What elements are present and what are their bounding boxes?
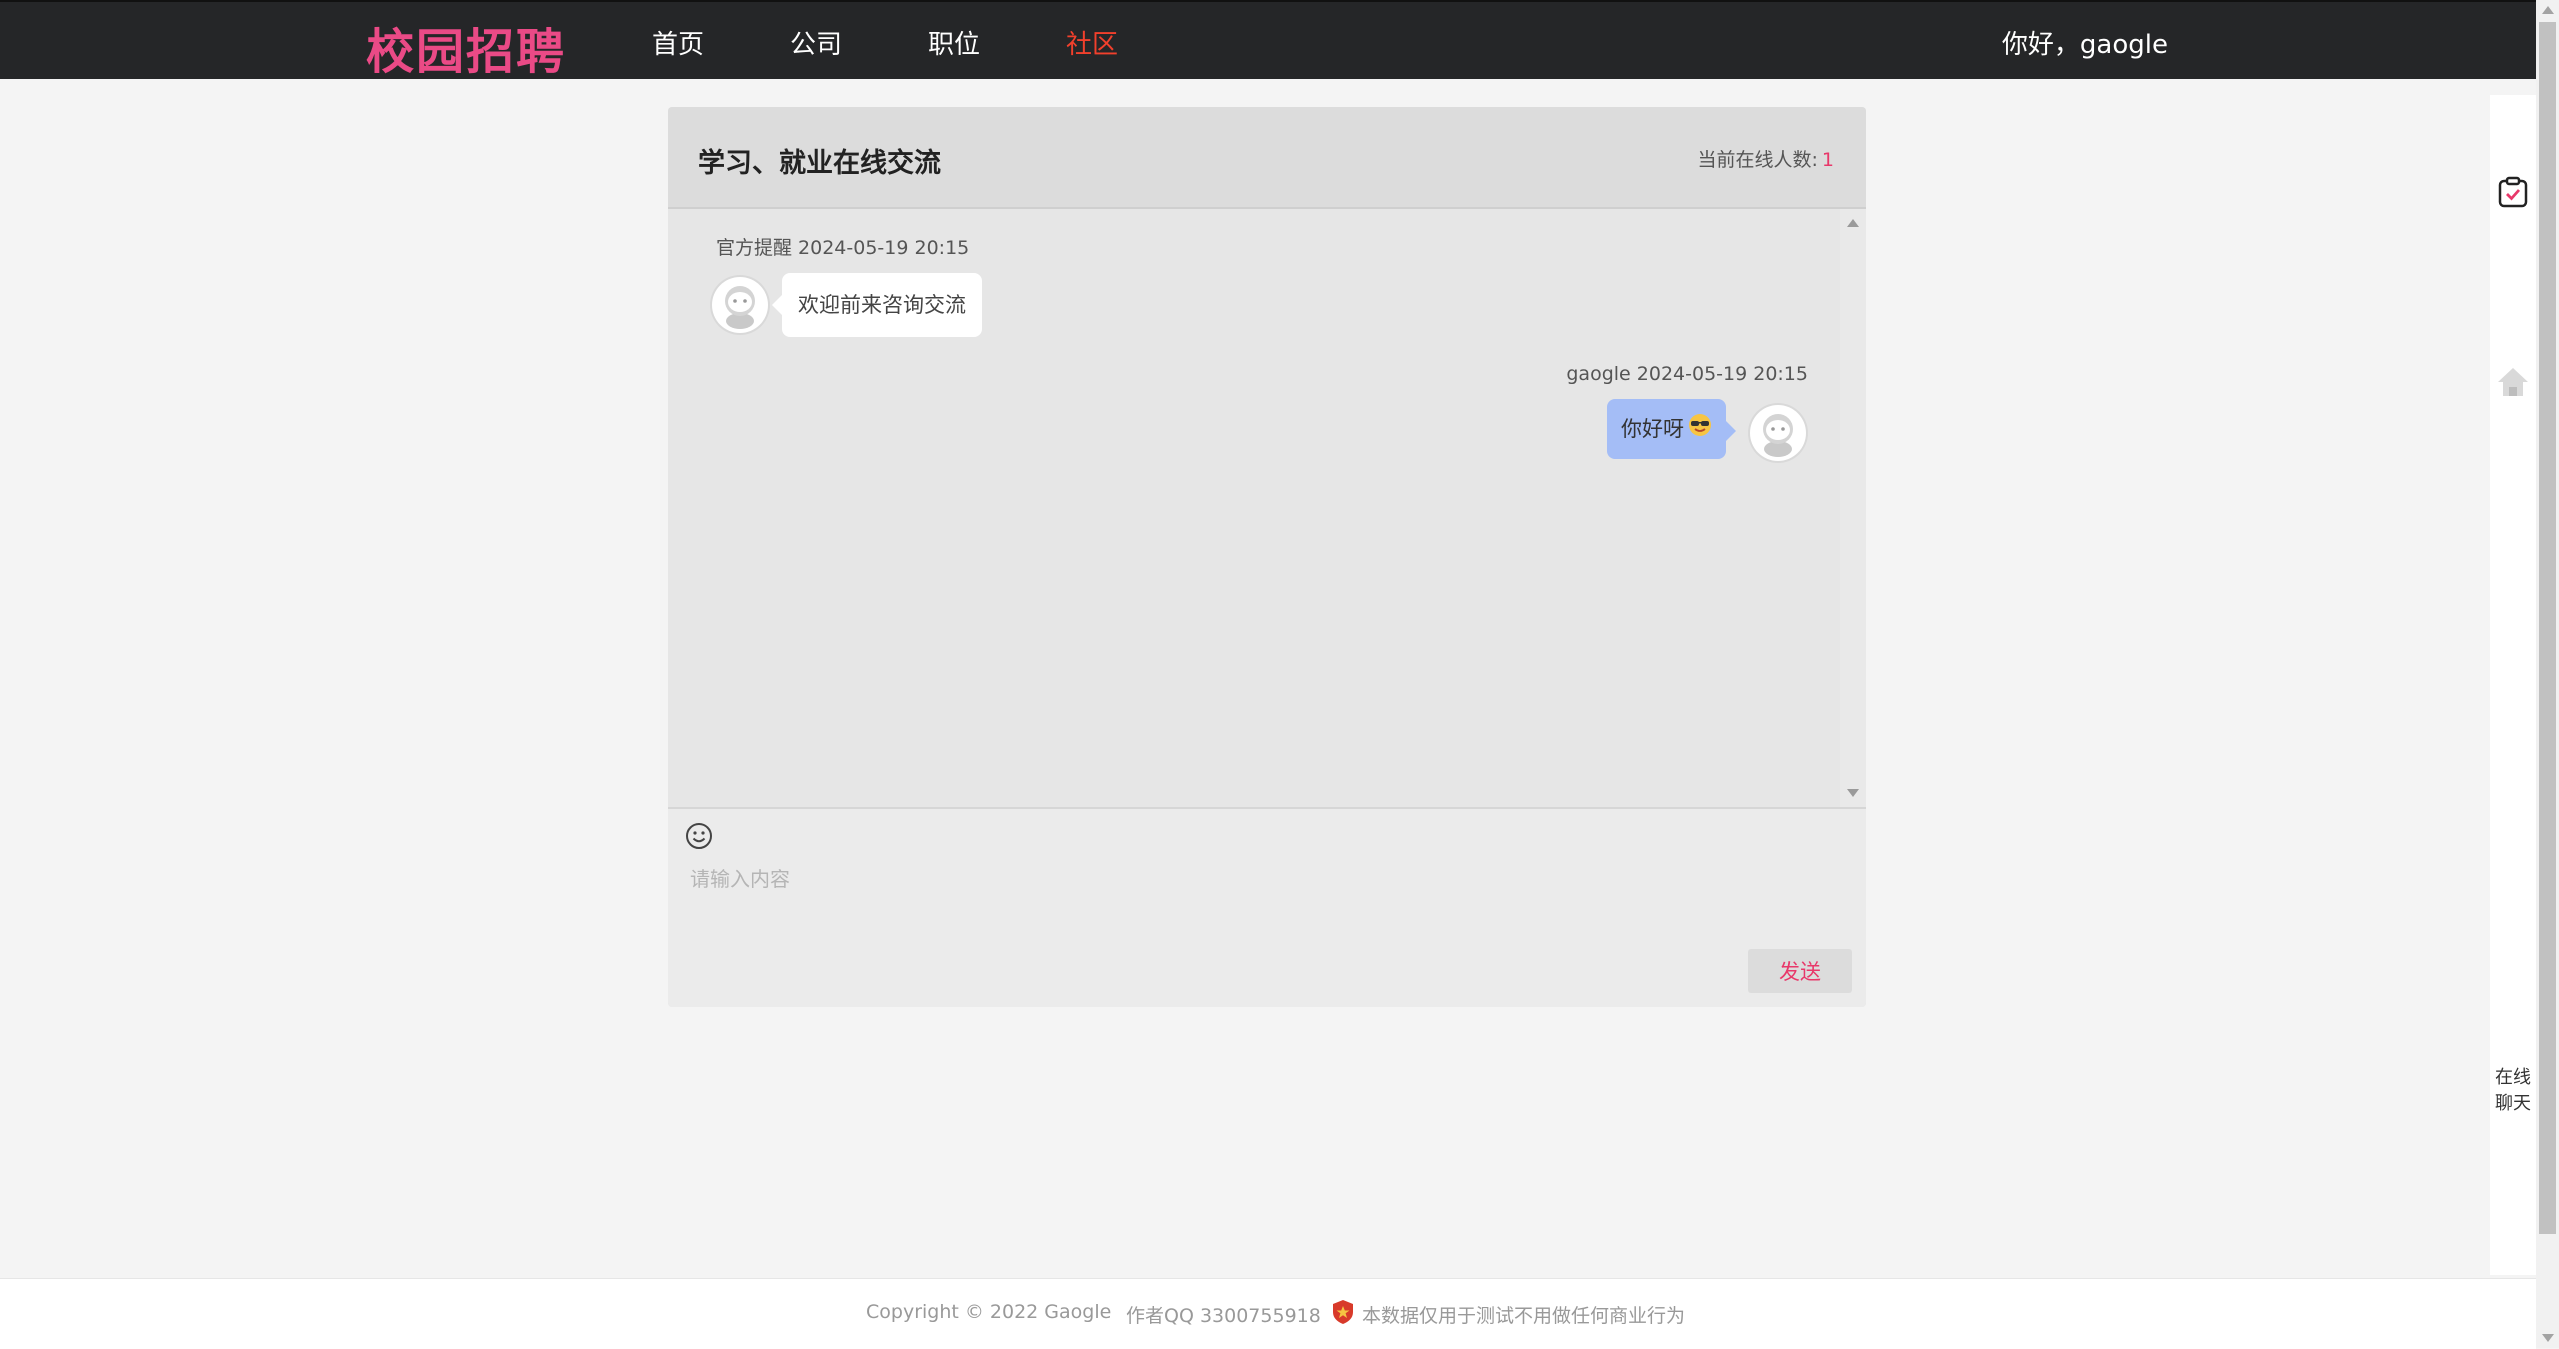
online-chat-label-line1: 在线 <box>2495 1067 2531 1088</box>
message-meta: 官方提醒 2024-05-19 20:15 <box>716 237 970 259</box>
sunglasses-emoji-icon <box>1688 400 1712 460</box>
clipboard-check-icon[interactable] <box>2496 175 2530 209</box>
police-badge-icon <box>1332 1299 1354 1325</box>
chat-panel: 学习、就业在线交流 当前在线人数: 1 官方提醒 2024-05-19 20:15… <box>668 107 1866 1007</box>
nav-item-community[interactable]: 社区 <box>1066 24 1118 61</box>
message-meta: gaogle 2024-05-19 20:15 <box>1566 363 1808 385</box>
page-scrollbar[interactable] <box>2536 0 2559 1348</box>
home-icon[interactable] <box>2496 365 2530 399</box>
footer-notice: 本数据仅用于测试不用做任何商业行为 <box>1362 1305 1686 1327</box>
online-count: 当前在线人数: 1 <box>1698 145 1835 172</box>
send-button[interactable]: 发送 <box>1748 949 1852 993</box>
message-text: 你好呀 <box>1621 417 1684 441</box>
online-chat-label-line2: 聊天 <box>2495 1093 2531 1114</box>
top-navbar: 校园招聘 首页 公司 职位 社区 你好，gaogle <box>0 0 2536 82</box>
chat-header: 学习、就业在线交流 当前在线人数: 1 <box>668 107 1866 209</box>
scroll-down-arrow-icon[interactable] <box>2542 1334 2554 1342</box>
scrollbar-thumb[interactable] <box>2539 22 2556 1234</box>
message-bubble-own: 你好呀 <box>1607 399 1736 460</box>
message-list[interactable]: 官方提醒 2024-05-19 20:15 欢迎前来咨询交流 gaogle 20… <box>668 209 1866 807</box>
message-bubble: 欢迎前来咨询交流 <box>772 273 982 337</box>
online-count-value: 1 <box>1821 149 1834 171</box>
side-toolbar: 在线 聊天 <box>2490 95 2536 1275</box>
message-list-scrollbar[interactable] <box>1840 209 1866 807</box>
footer-copyright: Copyright © 2022 Gaogle <box>866 1301 1112 1323</box>
avatar <box>1750 405 1806 461</box>
chat-title: 学习、就业在线交流 <box>698 148 941 179</box>
nav-item-home[interactable]: 首页 <box>652 24 704 61</box>
user-greeting[interactable]: 你好，gaogle <box>2002 24 2168 61</box>
message-composer: 发送 <box>668 807 1866 1007</box>
robot-avatar-icon <box>1751 406 1805 460</box>
site-logo[interactable]: 校园招聘 <box>366 12 566 82</box>
online-count-label: 当前在线人数: <box>1697 149 1818 171</box>
scroll-up-arrow-icon[interactable] <box>1847 219 1859 227</box>
online-chat-link[interactable]: 在线 聊天 <box>2492 1065 2534 1117</box>
scroll-up-arrow-icon[interactable] <box>2542 6 2554 14</box>
emoji-picker-icon[interactable] <box>684 821 714 851</box>
scroll-down-arrow-icon[interactable] <box>1847 789 1859 797</box>
footer: Copyright © 2022 Gaogle 作者QQ 3300755918 … <box>0 1278 2536 1349</box>
nav-item-company[interactable]: 公司 <box>790 24 842 61</box>
footer-author-qq: 作者QQ 3300755918 <box>1126 1305 1321 1327</box>
message-input[interactable] <box>688 861 1842 935</box>
robot-avatar-icon <box>713 278 767 332</box>
avatar <box>712 277 768 333</box>
nav-item-jobs[interactable]: 职位 <box>928 24 980 61</box>
